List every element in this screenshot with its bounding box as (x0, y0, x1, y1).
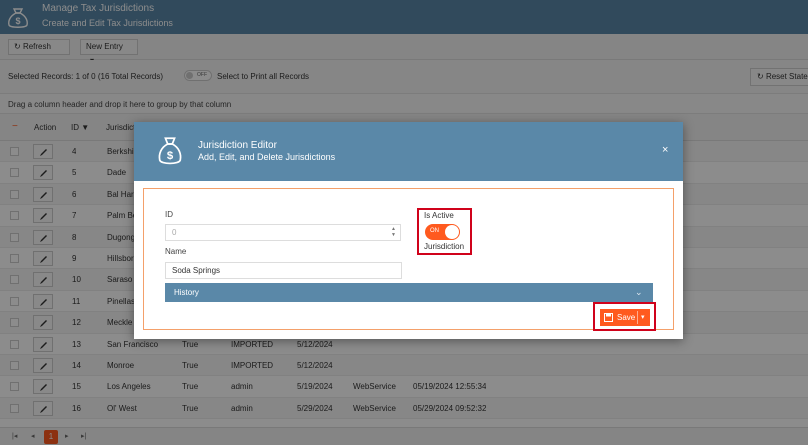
divider (637, 311, 638, 324)
is-active-toggle[interactable]: ON (425, 224, 460, 240)
save-highlight: Save ▾ (593, 302, 656, 331)
number-spinner[interactable]: ▲ ▼ (391, 226, 396, 238)
modal-title: Jurisdiction Editor (198, 140, 277, 151)
save-button[interactable]: Save ▾ (600, 309, 650, 326)
chevron-down-icon: ⌄ (635, 287, 643, 297)
jurisdiction-form: ID 0 ▲ ▼ Name Soda Springs Is Active ON J… (143, 188, 674, 331)
floppy-disk-icon (604, 313, 613, 322)
id-input[interactable]: 0 ▲ ▼ (165, 224, 401, 241)
name-value: Soda Springs (172, 266, 221, 275)
close-icon[interactable]: × (662, 144, 668, 156)
jurisdiction-editor-modal: $ Jurisdiction Editor Add, Edit, and Del… (134, 122, 683, 339)
is-active-highlight: Is Active ON Jurisdiction (417, 208, 472, 255)
modal-subtitle: Add, Edit, and Delete Jurisdictions (198, 152, 336, 162)
svg-text:$: $ (167, 150, 174, 162)
save-label: Save (617, 313, 636, 322)
toggle-on-label: ON (430, 228, 439, 234)
name-input[interactable]: Soda Springs (165, 262, 402, 279)
money-bag-icon: $ (158, 137, 182, 165)
caret-down-icon[interactable]: ▾ (641, 309, 645, 326)
is-active-label: Is Active (424, 211, 454, 220)
id-label: ID (165, 210, 173, 219)
history-label: History (174, 288, 199, 297)
id-placeholder: 0 (172, 228, 177, 237)
toggle-knob (445, 225, 459, 239)
history-section[interactable]: History ⌄ (165, 283, 653, 302)
toggle-sub-label: Jurisdiction (424, 242, 465, 251)
name-label: Name (165, 247, 187, 256)
modal-header: $ Jurisdiction Editor Add, Edit, and Del… (134, 122, 683, 181)
